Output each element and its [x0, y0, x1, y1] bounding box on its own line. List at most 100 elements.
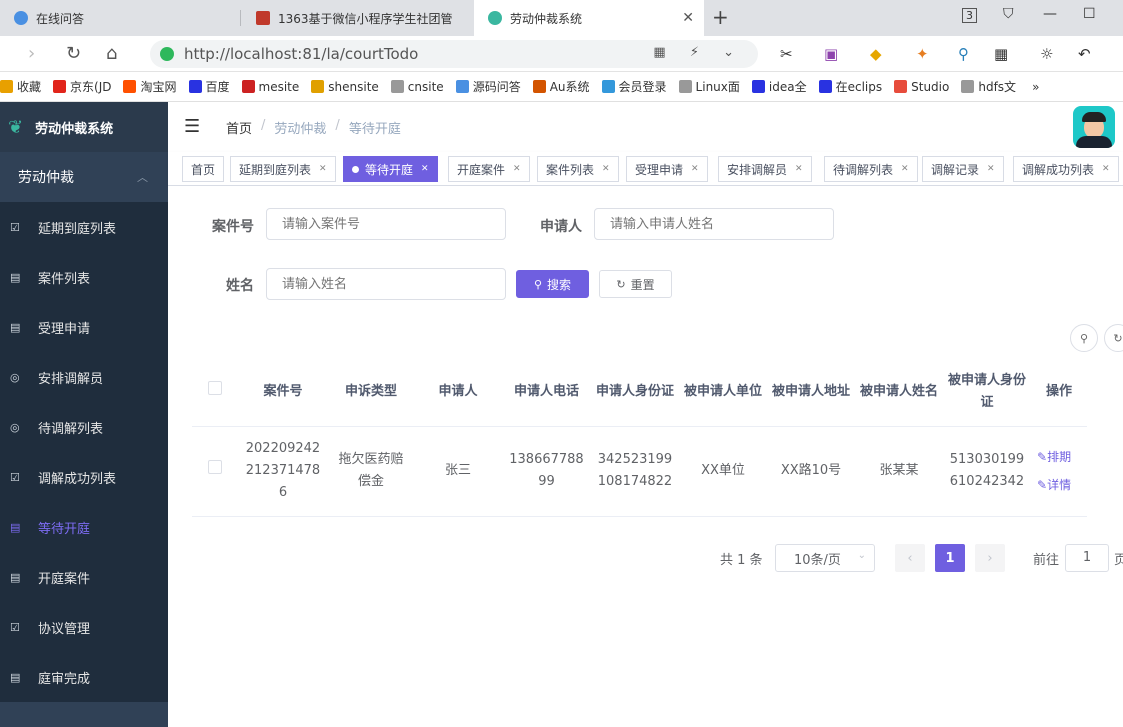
tag-close-icon[interactable]: ✕ — [1102, 164, 1110, 174]
forward-icon[interactable]: › — [28, 43, 35, 64]
game-icon[interactable]: ✦ — [916, 45, 929, 63]
scissors-icon[interactable]: ✂ — [780, 45, 793, 63]
hamburger-icon[interactable]: ☰ — [184, 116, 200, 137]
detail-button[interactable]: ✎详情 — [1037, 471, 1081, 499]
sidebar-item[interactable]: ▤ 开庭案件 — [0, 552, 168, 602]
new-tab-icon[interactable]: + — [712, 5, 729, 29]
column-header[interactable]: 被申请人姓名 — [855, 358, 943, 427]
bookmark-item[interactable]: 百度 — [188, 78, 230, 95]
tag-item[interactable]: 安排调解员 ✕ — [718, 156, 812, 182]
column-header[interactable]: 申请人身份证 — [591, 358, 679, 427]
bookmarks-more-icon[interactable]: » — [1032, 80, 1039, 94]
tag-item[interactable]: 开庭案件 ✕ — [448, 156, 530, 182]
menu-item-icon: ▤ — [10, 270, 21, 284]
tag-item[interactable]: 受理申请 ✕ — [626, 156, 708, 182]
bookmark-item[interactable]: 京东(JD — [53, 78, 111, 95]
breadcrumb-home[interactable]: 首页 — [226, 118, 252, 137]
column-header[interactable]: 被申请人地址 — [767, 358, 855, 427]
tag-close-icon[interactable]: ✕ — [987, 164, 995, 174]
tag-item[interactable]: 延期到庭列表 ✕ — [230, 156, 336, 182]
bookmark-item[interactable]: 在eclips — [818, 78, 882, 95]
minimize-icon[interactable]: — — [1043, 6, 1057, 22]
bookmark-item[interactable]: idea全 — [751, 78, 807, 95]
column-header[interactable]: 被申请人身份证 — [943, 358, 1031, 427]
goto-page-input[interactable]: 1 — [1065, 544, 1109, 572]
coin-icon[interactable]: ◆ — [870, 45, 882, 63]
column-header[interactable]: 案件号 — [238, 358, 328, 427]
row-checkbox[interactable] — [208, 460, 222, 474]
sidebar-item[interactable]: ☑ 调解成功列表 — [0, 452, 168, 502]
bookmark-item[interactable]: 淘宝网 — [123, 78, 177, 95]
bookmark-item[interactable]: 源码问答 — [455, 78, 521, 95]
bookmark-item[interactable]: 收藏 — [0, 78, 41, 95]
case-no-input[interactable] — [266, 208, 506, 240]
bookmark-item[interactable]: shensite — [311, 80, 379, 94]
home-icon[interactable]: ⌂ — [106, 43, 117, 64]
prev-page-button[interactable]: ‹ — [895, 544, 925, 572]
reset-button[interactable]: ↻ 重置 — [599, 270, 672, 298]
theme-sun-icon[interactable]: ☼ — [1040, 45, 1053, 63]
reload-icon[interactable]: ↻ — [66, 43, 81, 64]
tag-item[interactable]: 调解记录 ✕ — [922, 156, 1004, 182]
search-ext-icon[interactable]: ⚲ — [958, 45, 969, 63]
tags-view: 首页 延期到庭列表 ✕ 等待开庭 ✕ 开庭案件 ✕ 案件列表 ✕ 受理申请 ✕ 安排调解员 ✕ 待调解列表… — [168, 152, 1123, 186]
tab-close-icon[interactable]: ✕ — [682, 10, 694, 26]
sidebar-item[interactable]: ▤ 庭审完成 — [0, 652, 168, 702]
toggle-search-icon[interactable]: ⚲ — [1070, 324, 1098, 352]
applicant-input[interactable] — [594, 208, 834, 240]
table-row[interactable]: 2022092422123714786 拖欠医药赔偿金 张三 138667788… — [192, 426, 1087, 517]
tag-close-icon[interactable]: ✕ — [602, 164, 610, 174]
schedule-button[interactable]: ✎排期 — [1037, 443, 1081, 471]
search-button[interactable]: ⚲ 搜索 — [516, 270, 589, 298]
sidebar-item[interactable]: ☑ 协议管理 — [0, 602, 168, 652]
bookmark-item[interactable]: Studio — [894, 80, 949, 94]
browser-tab-3-active[interactable]: 劳动仲裁系统 ✕ — [474, 0, 704, 36]
tag-item[interactable]: 等待开庭 ✕ — [343, 156, 438, 182]
tag-item[interactable]: 待调解列表 ✕ — [824, 156, 918, 182]
sidebar-item[interactable]: ▤ 等待开庭 — [0, 502, 168, 552]
menu-group-labor-arbitration[interactable]: 劳动仲裁 ︿ — [0, 152, 168, 202]
url-actions-icon[interactable]: ▦ ⚡ ⌄ — [653, 45, 744, 60]
tag-close-icon[interactable]: ✕ — [691, 164, 699, 174]
refresh-table-icon[interactable]: ↻ — [1104, 324, 1123, 352]
page-size-select[interactable]: 10条/页 ⌄ — [775, 544, 875, 572]
goto-label: 前往 — [1033, 553, 1060, 568]
column-header[interactable]: 申诉类型 — [328, 358, 414, 427]
bookmark-item[interactable]: 会员登录 — [601, 78, 667, 95]
browser-tab-1[interactable]: 在线问答 — [0, 0, 238, 36]
column-header[interactable]: 被申请人单位 — [679, 358, 767, 427]
bookmark-item[interactable]: mesite — [241, 80, 299, 94]
avatar[interactable] — [1073, 106, 1115, 148]
bookmark-item[interactable]: hdfs文 — [961, 78, 1016, 95]
next-page-button[interactable]: › — [975, 544, 1005, 572]
page-number-current[interactable]: 1 — [935, 544, 965, 572]
tag-item[interactable]: 案件列表 ✕ — [537, 156, 619, 182]
sidebar-item[interactable]: ◎ 安排调解员 — [0, 352, 168, 402]
tag-close-icon[interactable]: ✕ — [513, 164, 521, 174]
sidebar-item[interactable]: ▤ 受理申请 — [0, 302, 168, 352]
sidebar-item[interactable]: ▤ 案件列表 — [0, 252, 168, 302]
undo-icon[interactable]: ↶ — [1078, 45, 1091, 63]
tag-close-icon[interactable]: ✕ — [421, 164, 429, 174]
tag-item[interactable]: 首页 — [182, 156, 225, 182]
maximize-icon[interactable]: ☐ — [1083, 6, 1096, 22]
bookmark-item[interactable]: cnsite — [390, 80, 444, 94]
url-field[interactable]: http://localhost:81/la/courtTodo ▦ ⚡ ⌄ — [150, 40, 758, 68]
tab-count-icon[interactable]: 3 — [962, 8, 977, 23]
sidebar-item[interactable]: ◎ 待调解列表 — [0, 402, 168, 452]
shirt-icon[interactable]: ⛉ — [1003, 6, 1014, 22]
bookmark-item[interactable]: Linux面 — [678, 78, 740, 95]
select-all-checkbox[interactable] — [208, 380, 222, 395]
column-header[interactable]: 申请人 — [414, 358, 502, 427]
tag-item[interactable]: 调解成功列表 ✕ — [1013, 156, 1119, 182]
bookmark-item[interactable]: Au系统 — [532, 78, 590, 95]
name-input[interactable] — [266, 268, 506, 300]
tag-close-icon[interactable]: ✕ — [319, 164, 327, 174]
translate-icon[interactable]: ▣ — [824, 45, 838, 63]
tag-close-icon[interactable]: ✕ — [795, 164, 803, 174]
column-header[interactable]: 申请人电话 — [502, 358, 591, 427]
apps-grid-icon[interactable]: ▦ — [994, 45, 1008, 63]
sidebar-item[interactable]: ☑ 延期到庭列表 — [0, 202, 168, 252]
tag-close-icon[interactable]: ✕ — [901, 164, 909, 174]
browser-tab-2[interactable]: 1363基于微信小程序学生社团管 — [242, 0, 472, 36]
